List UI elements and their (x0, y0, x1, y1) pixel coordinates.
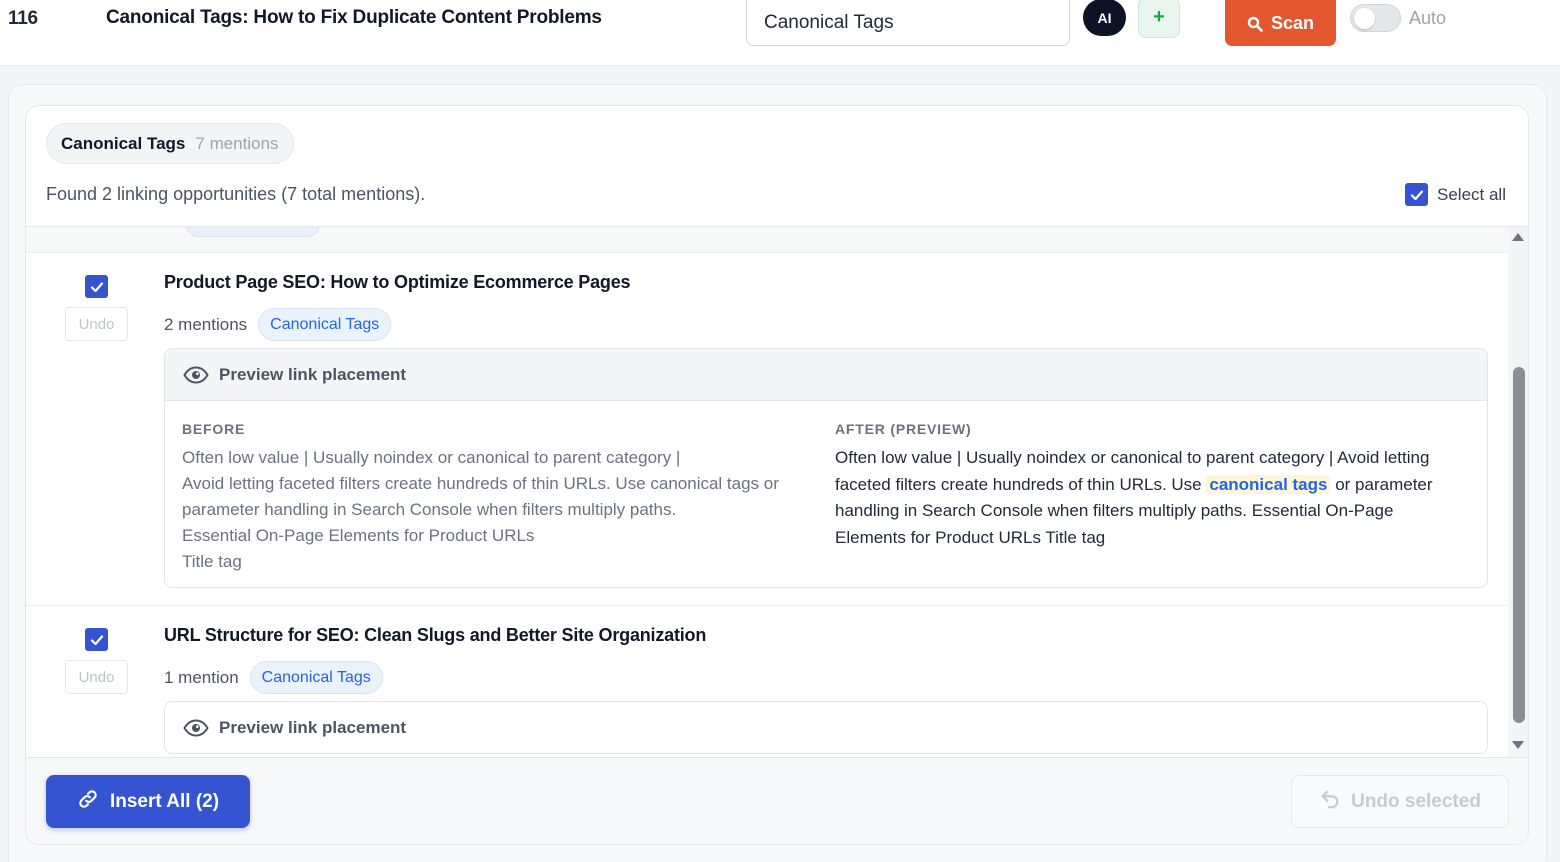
opportunity-list[interactable]: Undo Product Page SEO: How to Optimize E… (26, 226, 1528, 757)
after-label: AFTER (PREVIEW) (835, 421, 972, 437)
before-line: Often low value | Usually noindex or can… (182, 448, 681, 467)
check-icon (90, 634, 103, 645)
item-checkbox[interactable] (85, 628, 108, 651)
undo-selected-button[interactable]: Undo selected (1291, 775, 1509, 828)
search-icon (1247, 10, 1263, 37)
mention-count: 1 mention (164, 667, 239, 687)
scroll-up-icon[interactable] (1512, 233, 1524, 241)
preview-label: Preview link placement (219, 364, 407, 384)
item-checkbox[interactable] (85, 275, 108, 298)
keyword-chip: Canonical Tags 7 mentions (46, 123, 294, 164)
undo-icon (1319, 788, 1341, 816)
link-icon (77, 788, 99, 816)
keyword-chip-count: 7 mentions (195, 133, 279, 153)
top-bar: 116 Canonical Tags: How to Fix Duplicate… (0, 0, 1560, 66)
scroll-down-icon[interactable] (1512, 741, 1524, 749)
keyword-chip-name: Canonical Tags (61, 133, 186, 153)
preview-label: Preview link placement (219, 718, 407, 737)
mention-count: 2 mentions (164, 314, 248, 334)
insert-all-label: Insert All (2) (109, 790, 220, 812)
before-label: BEFORE (182, 421, 246, 437)
select-all-label: Select all (1437, 184, 1506, 204)
post-title: Canonical Tags: How to Fix Duplicate Con… (106, 7, 602, 28)
toggle-knob (1354, 8, 1375, 29)
keyword-input[interactable] (746, 0, 1070, 46)
inserted-link[interactable]: canonical tags (1206, 474, 1331, 494)
undo-button[interactable]: Undo (65, 307, 128, 341)
preview-toggle[interactable]: Preview link placement (165, 702, 1487, 753)
opportunity-item: Undo URL Structure for SEO: Clean Slugs … (26, 605, 1508, 757)
item-title[interactable]: Product Page SEO: How to Optimize Ecomme… (164, 272, 631, 293)
check-icon (1410, 189, 1423, 200)
item-title[interactable]: URL Structure for SEO: Clean Slugs and B… (164, 625, 706, 646)
preview-body: BEFORE AFTER (PREVIEW) Often low value |… (165, 401, 1487, 587)
preview-toggle[interactable]: Preview link placement (165, 349, 1487, 401)
scan-button[interactable]: Scan (1225, 0, 1336, 46)
before-line: Essential On-Page Elements for Product U… (182, 526, 535, 545)
before-line: Title tag (182, 552, 242, 571)
item-checkbox-wrap (85, 628, 108, 651)
add-keyword-button[interactable]: + (1138, 0, 1180, 38)
scrollbar-thumb[interactable] (1513, 367, 1525, 723)
keyword-pill (186, 227, 320, 237)
found-summary: Found 2 linking opportunities (7 total m… (46, 184, 426, 204)
auto-label: Auto (1409, 8, 1447, 28)
preview-panel: Preview link placement BEFORE AFTER (PRE… (164, 348, 1488, 588)
undo-button[interactable]: Undo (65, 660, 128, 694)
scan-label: Scan (1270, 12, 1315, 33)
scrollbar[interactable] (1509, 227, 1528, 757)
undo-selected-label: Undo selected (1351, 790, 1481, 812)
item-checkbox-wrap (85, 275, 108, 298)
eye-icon (183, 719, 209, 737)
after-text: Often low value | Usually noindex or can… (835, 445, 1455, 551)
footer-actions: Insert All (2) Undo selected (26, 757, 1528, 844)
select-all[interactable]: Select all (1405, 183, 1506, 206)
opportunity-item: Undo Product Page SEO: How to Optimize E… (26, 252, 1508, 605)
before-text: Often low value | Usually noindex or can… (182, 445, 802, 575)
before-line: parameter handling in Search Console whe… (182, 500, 677, 519)
auto-toggle[interactable] (1350, 4, 1401, 32)
preview-panel: Preview link placement (164, 701, 1488, 754)
insert-all-button[interactable]: Insert All (2) (46, 775, 250, 828)
select-all-checkbox[interactable] (1405, 183, 1428, 206)
before-line: Avoid letting faceted filters create hun… (182, 474, 779, 493)
item-mentions: 2 mentions Canonical Tags (164, 308, 392, 341)
keyword-pill: Canonical Tags (249, 661, 383, 694)
check-icon (90, 281, 103, 292)
row-number: 116 (8, 8, 38, 29)
linking-opportunities-card: Canonical Tags 7 mentions Found 2 linkin… (25, 105, 1529, 845)
ai-button[interactable]: AI (1083, 0, 1126, 36)
eye-icon (183, 365, 209, 384)
keyword-pill: Canonical Tags (258, 308, 392, 341)
item-mentions: 1 mention Canonical Tags (164, 661, 383, 694)
